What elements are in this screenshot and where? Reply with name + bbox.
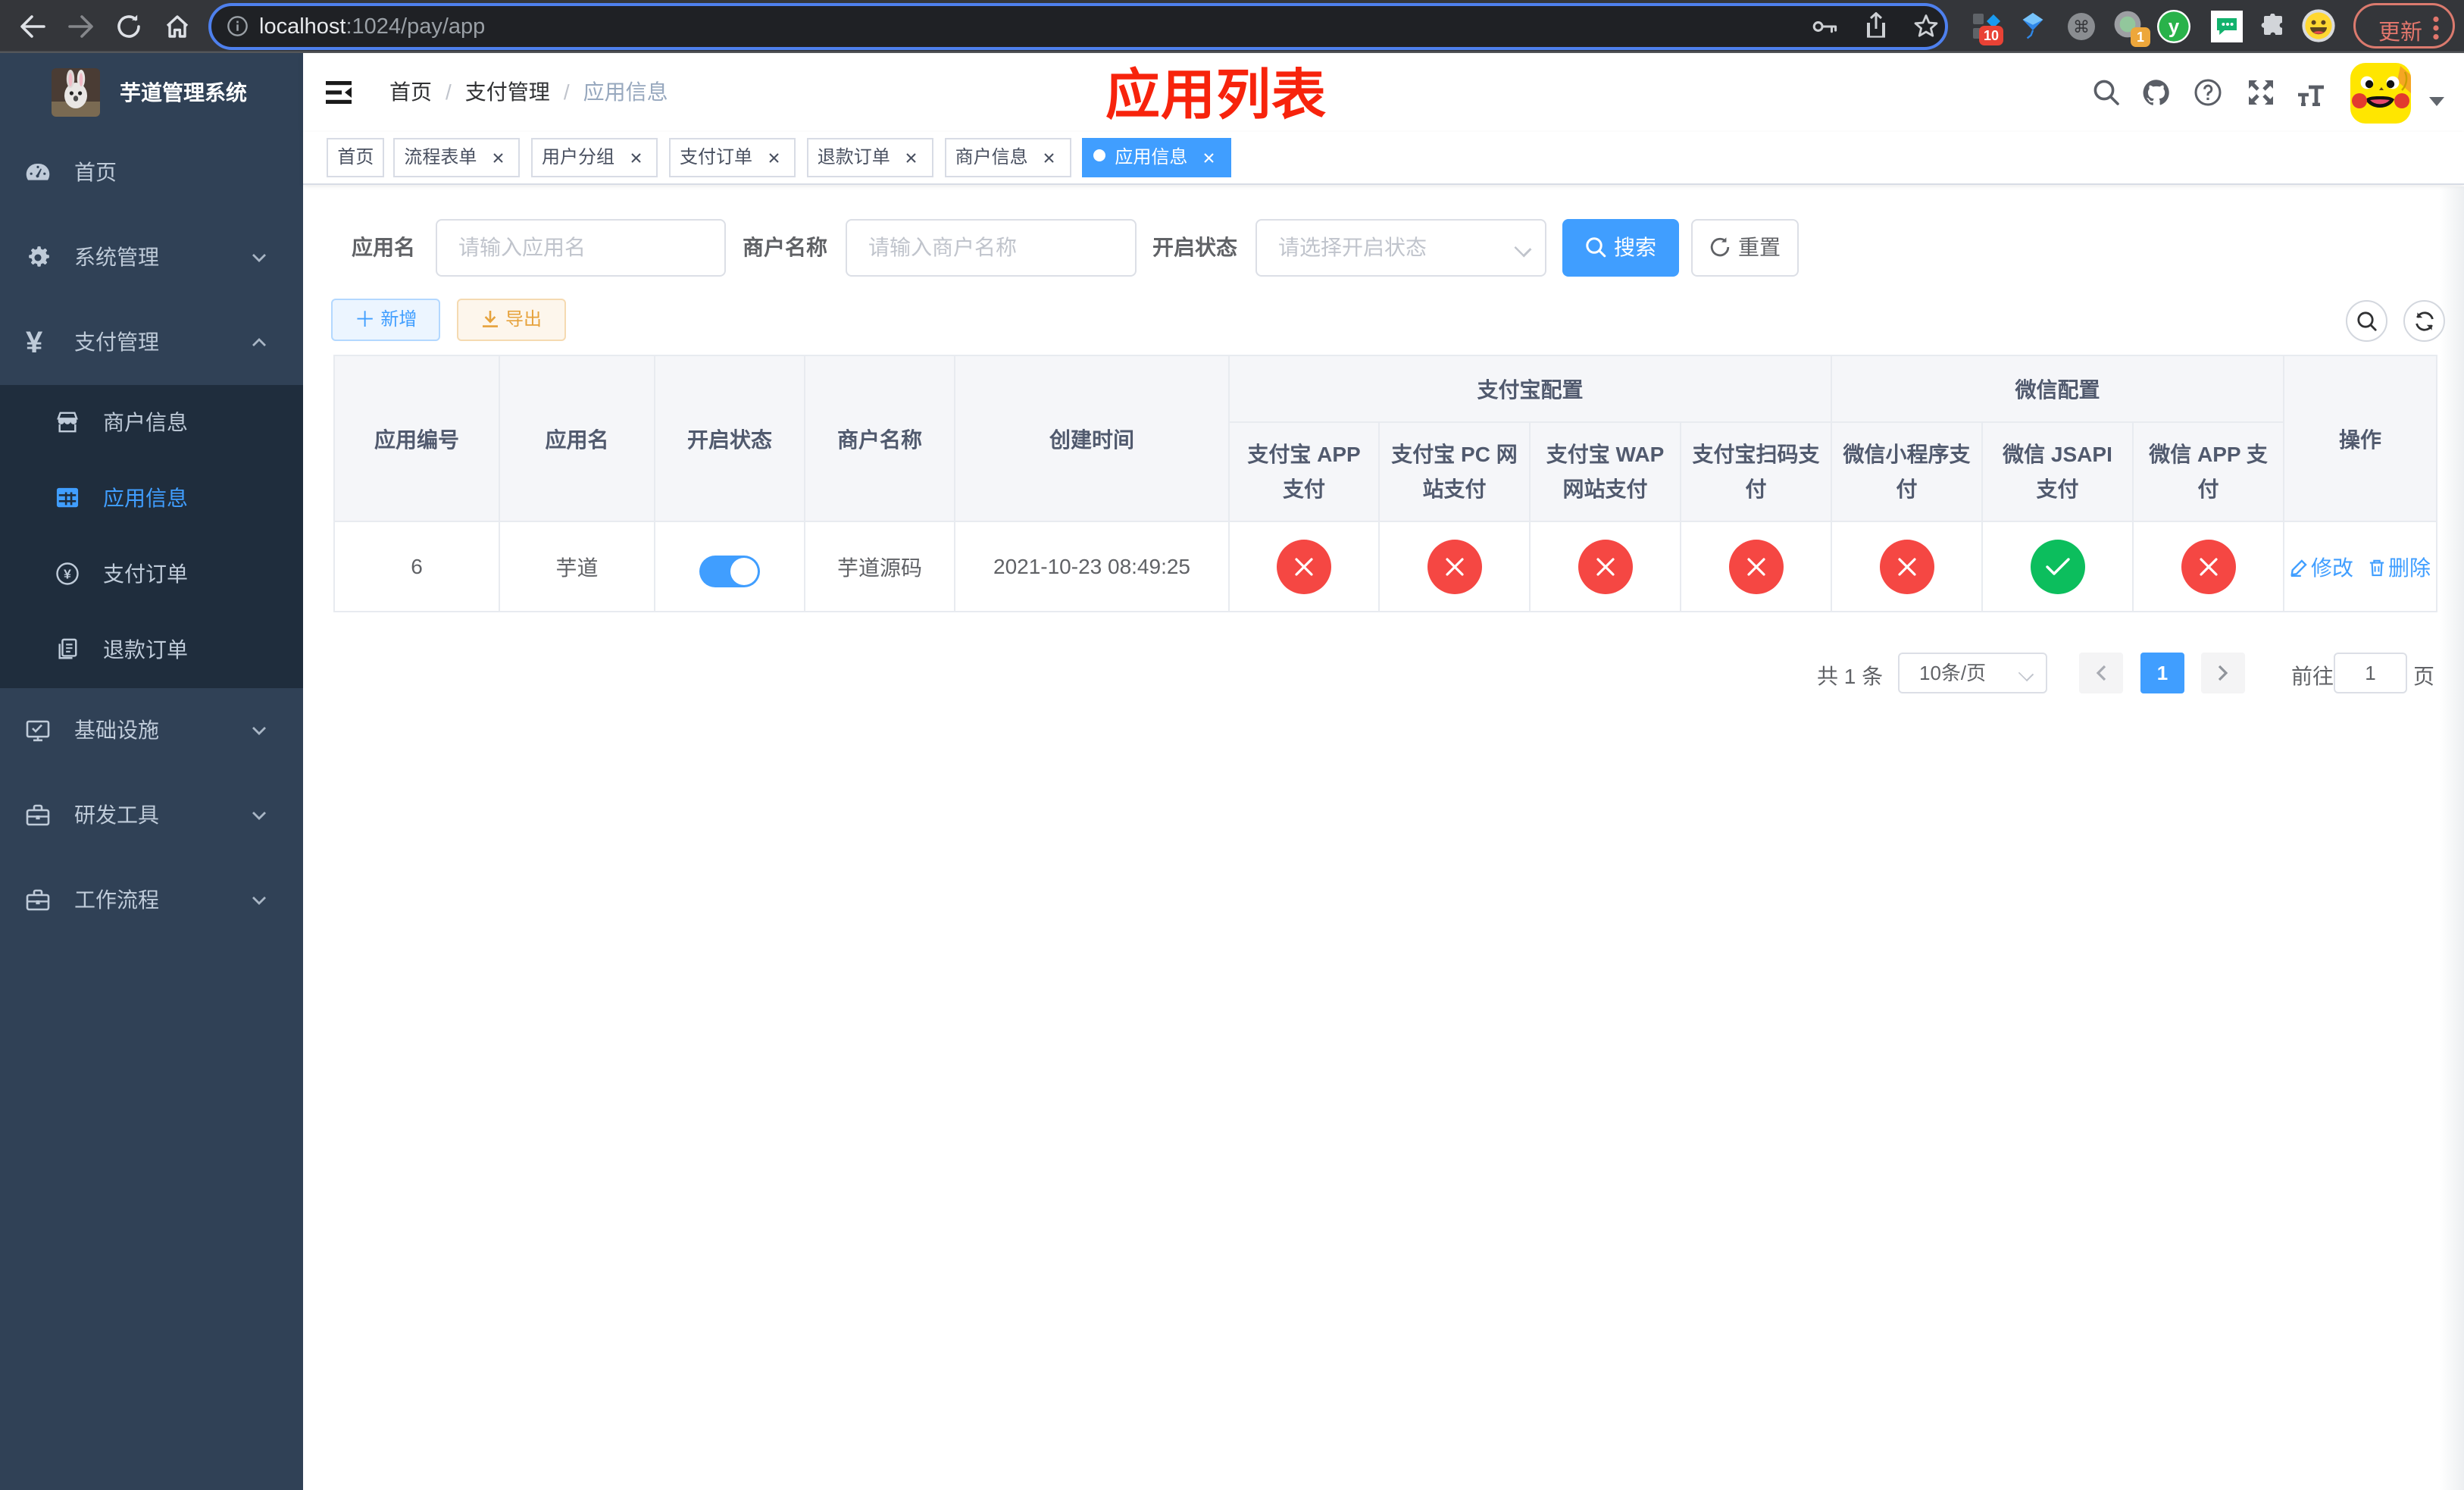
svg-text:y: y bbox=[2169, 15, 2180, 38]
svg-text:⌘: ⌘ bbox=[2073, 17, 2090, 36]
svg-text:¥: ¥ bbox=[64, 566, 71, 581]
